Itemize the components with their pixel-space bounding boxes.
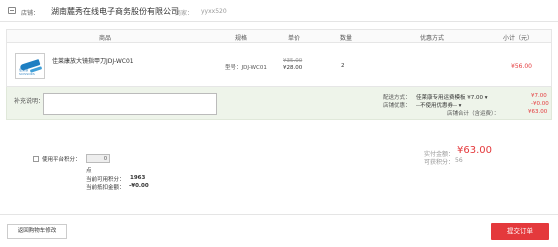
product-thumbnail[interactable]: 佳莱康 SCISSORS [15,53,45,79]
seller-label: 商家： [175,10,194,17]
deduct-amount-value: -¥0.00 [129,183,149,189]
delivery-label: 配送方式： [383,95,411,101]
coupon-select[interactable]: --不使用优惠券-- ▾ [416,101,461,109]
order-table-header: 商品 规格 单价 数量 优惠方式 小计（元） [6,29,552,43]
use-points-label: 使用平台积分： [42,157,81,163]
item-subtotal: ¥56.00 [511,63,532,70]
order-item-row: 佳莱康 SCISSORS 佳莱康放大镜指甲刀JDJ-WC01 型号：JDJ-WC… [6,43,552,87]
remark-label: 补充说明： [14,98,45,105]
points-unit: 点 [86,168,92,174]
quantity: 2 [341,63,345,69]
back-to-cart-button[interactable]: 返回购物车修改 [7,224,67,239]
submit-order-button[interactable]: 提交订单 [491,223,549,240]
header-subtotal: 小计（元） [502,35,534,42]
product-spec: 型号：JDJ-WC01 [225,65,267,71]
footer-divider [0,214,558,215]
delivery-select[interactable]: 佳莱康专用运费模板 ¥7.00 ▾ [416,93,488,101]
seller-name[interactable]: yyxx520 [201,8,227,15]
paid-amount-value: ¥63.00 [457,145,492,156]
shop-discount-label: 店铺优惠： [383,103,411,109]
original-price: ¥35.00 [283,58,303,64]
available-points-label: 当前可用积分： [86,177,125,183]
earn-points-value: 56 [455,157,463,164]
discount-amount: -¥0.00 [531,101,549,107]
deduct-amount-label: 当前抵扣金额： [86,185,125,191]
header-spec: 规格 [234,35,248,42]
delivery-amount: ¥7.00 [531,93,547,99]
available-points-value: 1963 [130,175,146,181]
store-bar: 店铺： 湖南麓秀在线电子商务股份有限公司 商家： yyxx520 [0,0,558,22]
header-quantity: 数量 [339,35,353,42]
thumbnail-brand-text: 佳莱康 SCISSORS [19,68,35,76]
use-points-checkbox[interactable] [33,156,39,162]
product-name-link[interactable]: 佳莱康放大镜指甲刀JDJ-WC01 [52,56,134,65]
shop-total-amount: ¥63.00 [528,109,548,115]
points-input[interactable]: 0 [86,154,110,163]
shop-total-label: 店铺合计（含运费）： [447,111,500,117]
earn-points-label: 可获积分： [424,159,455,166]
header-goods: 商品 [98,35,112,42]
store-icon [8,7,16,14]
header-price: 单价 [287,35,301,42]
store-name-link[interactable]: 湖南麓秀在线电子商务股份有限公司 [51,6,179,17]
remark-input[interactable] [43,93,217,115]
header-discount: 优惠方式 [419,35,445,42]
unit-price: ¥28.00 [283,65,303,71]
remark-section: 补充说明： 配送方式： 佳莱康专用运费模板 ¥7.00 ▾ ¥7.00 店铺优惠… [6,87,552,120]
store-label: 店铺： [21,10,40,17]
